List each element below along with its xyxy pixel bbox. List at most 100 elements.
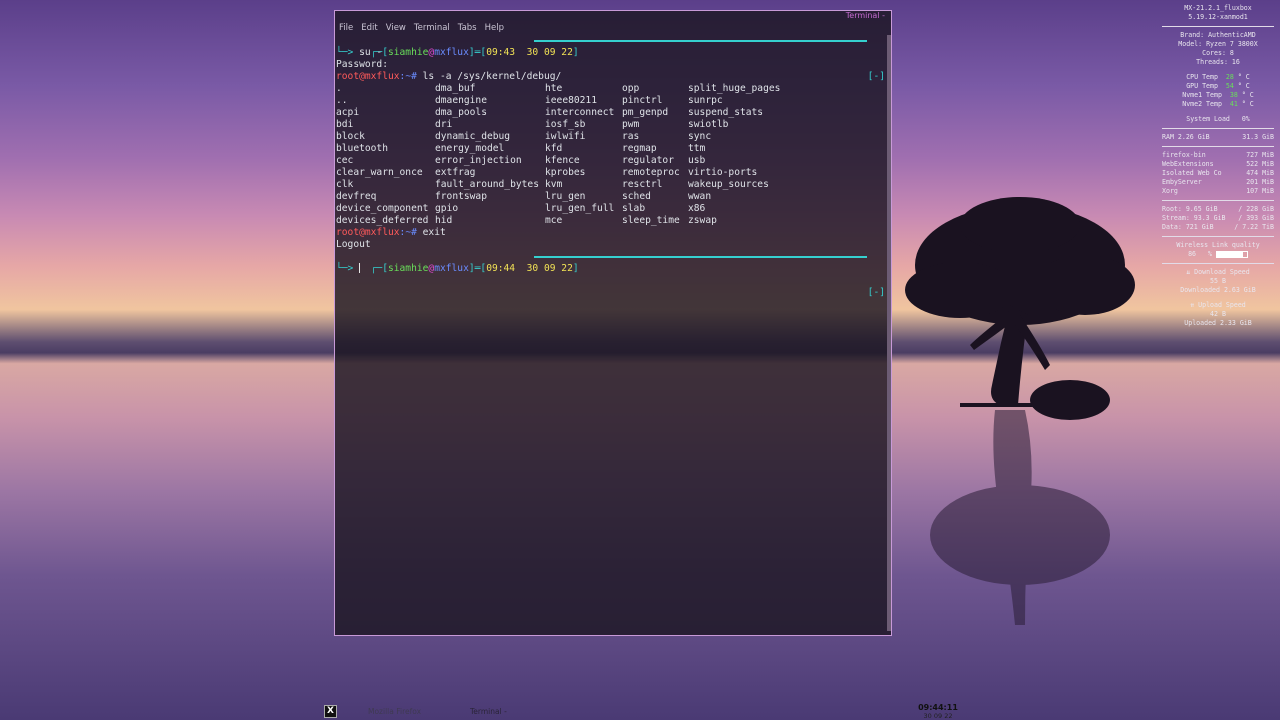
listing-entry: clk xyxy=(336,179,354,190)
terminal-scrollbar[interactable] xyxy=(887,35,891,631)
listing-entry: regulator xyxy=(622,155,674,166)
listing-entry: split_huge_pages xyxy=(688,83,781,94)
upload-label: ⇈ Upload Speed xyxy=(1190,301,1246,309)
listing-entry: opp xyxy=(622,83,640,94)
download-speed: 55 B xyxy=(1210,277,1226,285)
cpu-cores: Cores: 8 xyxy=(1202,49,1234,57)
listing-entry: ras xyxy=(622,131,640,142)
listing-entry: lru_gen xyxy=(545,191,586,202)
root-command-line-2: root@mxflux:~# exit xyxy=(336,227,446,238)
listing-entry: wakeup_sources xyxy=(688,179,769,190)
task-firefox[interactable]: Mozilla Firefox xyxy=(368,707,421,716)
listing-entry: iosf_sb xyxy=(545,119,586,130)
process-list: firefox-bin 727 MiB WebExtensions 522 MiB Is… xyxy=(1162,151,1274,196)
listing-entry: energy_model xyxy=(435,143,505,154)
listing-entry: slab xyxy=(622,203,646,214)
process-row: WebExtensions 522 MiB xyxy=(1162,160,1274,168)
wifi-bar xyxy=(1215,250,1248,258)
process-row: Xorg 107 MiB xyxy=(1162,187,1274,195)
listing-entry: acpi xyxy=(336,107,360,118)
listing-row: cec error_injection kfence regulator usb xyxy=(336,155,887,167)
terminal-title: Terminal - xyxy=(845,11,885,20)
listing-row: bdi dri iosf_sb pwm swiotlb xyxy=(336,119,887,131)
listing-entry: bdi xyxy=(336,119,354,130)
menu-file[interactable]: File xyxy=(339,21,353,35)
prompt-line-1: ┌─[siamhie@mxflux]═[09:43 30 09 22] [-] xyxy=(336,35,887,82)
listing-entry: hid xyxy=(435,215,453,226)
listing-row: block dynamic_debug iwlwifi ras sync xyxy=(336,131,887,143)
menu-tabs[interactable]: Tabs xyxy=(458,21,477,35)
download-total: Downloaded 2.63 GiB xyxy=(1180,286,1256,294)
tree-silhouette xyxy=(905,197,1135,625)
listing-entry: virtio-ports xyxy=(688,167,758,178)
menu-edit[interactable]: Edit xyxy=(361,21,377,35)
disk-list: Root: 9.65 GiB/ 228 GiB Stream: 93.3 GiB /… xyxy=(1162,205,1274,232)
listing-entry: ttm xyxy=(688,143,706,154)
listing-entry: iwlwifi xyxy=(545,131,586,142)
download-label: ⇊ Download Speed xyxy=(1186,268,1250,276)
directory-listing: . dma_buf hte opp split_huge_pages.. dmaengin… xyxy=(336,83,887,227)
listing-row: .. dmaengine ieee80211 pinctrl sunrpc xyxy=(336,95,887,107)
terminal-output[interactable]: ┌─[siamhie@mxflux]═[09:43 30 09 22] [-] … xyxy=(336,35,887,631)
upload-speed: 42 B xyxy=(1210,310,1226,318)
taskbar: X Mozilla Firefox Terminal - 09:44:11 30… xyxy=(0,700,1280,720)
listing-entry: regmap xyxy=(622,143,657,154)
command-line-su: └─> su - xyxy=(336,47,383,58)
password-line: Password: xyxy=(336,59,388,70)
listing-entry: lru_gen_full xyxy=(545,203,615,214)
cpu-model: Model: Ryzen 7 3800X xyxy=(1178,40,1258,48)
listing-entry: x86 xyxy=(688,203,706,214)
menu-help[interactable]: Help xyxy=(485,21,504,35)
listing-entry: ieee80211 xyxy=(545,95,597,106)
listing-entry: extfrag xyxy=(435,167,476,178)
menu-terminal[interactable]: Terminal xyxy=(414,21,450,35)
scrollbar-thumb[interactable] xyxy=(887,35,891,631)
temperature-list: CPU Temp 28 ° C GPU Temp 54 ° C Nvme1 Temp… xyxy=(1162,73,1274,109)
distro-name: MX-21.2.1_fluxbox xyxy=(1184,4,1252,12)
listing-row: device_component gpio lru_gen_full slab x86 xyxy=(336,203,887,215)
command-text: su - xyxy=(359,47,383,58)
process-row: EmbyServer 201 MiB xyxy=(1162,178,1274,186)
listing-entry: .. xyxy=(336,95,348,106)
listing-entry: suspend_stats xyxy=(688,107,764,118)
temp-row: Nvme2 Temp 41 ° C xyxy=(1182,100,1254,108)
listing-row: clk fault_around_bytes kvm resctrl wakeup_so… xyxy=(336,179,887,191)
system-load: System Load 0% xyxy=(1186,115,1250,123)
listing-entry: usb xyxy=(688,155,706,166)
listing-entry: dynamic_debug xyxy=(435,131,511,142)
listing-entry: hte xyxy=(545,83,563,94)
temp-row: GPU Temp 54 ° C xyxy=(1186,82,1250,90)
listing-entry: kfence xyxy=(545,155,580,166)
wifi-quality: 86 % xyxy=(1162,250,1274,259)
listing-entry: clear_warn_once xyxy=(336,167,423,178)
listing-entry: dma_buf xyxy=(435,83,476,94)
listing-entry: swiotlb xyxy=(688,119,729,130)
active-input-line[interactable]: └─> xyxy=(336,263,887,275)
listing-row: bluetooth energy_model kfd regmap ttm xyxy=(336,143,887,155)
listing-entry: pinctrl xyxy=(622,95,663,106)
listing-entry: sched xyxy=(622,191,651,202)
cpu-threads: Threads: 16 xyxy=(1196,58,1240,66)
listing-entry: resctrl xyxy=(622,179,663,190)
upload-total: Uploaded 2.33 GiB xyxy=(1184,319,1252,327)
listing-entry: interconnect xyxy=(545,107,615,118)
task-terminal[interactable]: Terminal - xyxy=(470,707,507,716)
listing-row: . dma_buf hte opp split_huge_pages xyxy=(336,83,887,95)
ram-usage: RAM 2.26 GiB 31.3 GiB xyxy=(1162,133,1274,141)
listing-entry: kfd xyxy=(545,143,563,154)
listing-entry: frontswap xyxy=(435,191,487,202)
listing-entry: devices_deferred xyxy=(336,215,429,226)
disk-row: Root: 9.65 GiB/ 228 GiB xyxy=(1162,205,1274,213)
listing-row: devfreq frontswap lru_gen sched wwan xyxy=(336,191,887,203)
listing-row: clear_warn_once extfrag kprobes remoteproc v… xyxy=(336,167,887,179)
x-logo-icon[interactable]: X xyxy=(324,705,337,718)
listing-entry: fault_around_bytes xyxy=(435,179,539,190)
temp-row: Nvme1 Temp 38 ° C xyxy=(1182,91,1254,99)
listing-entry: dma_pools xyxy=(435,107,487,118)
terminal-window[interactable]: Terminal - File Edit View Terminal Tabs … xyxy=(334,10,892,636)
terminal-menubar: File Edit View Terminal Tabs Help xyxy=(335,21,891,35)
root-command-line-1: root@mxflux:~# ls -a /sys/kernel/debug/ xyxy=(336,71,562,82)
clock[interactable]: 09:44:11 30 09 22 xyxy=(918,703,958,720)
menu-view[interactable]: View xyxy=(386,21,406,35)
prompt-line-2: ┌─[siamhie@mxflux]═[09:44 30 09 22] [-] xyxy=(336,251,887,298)
